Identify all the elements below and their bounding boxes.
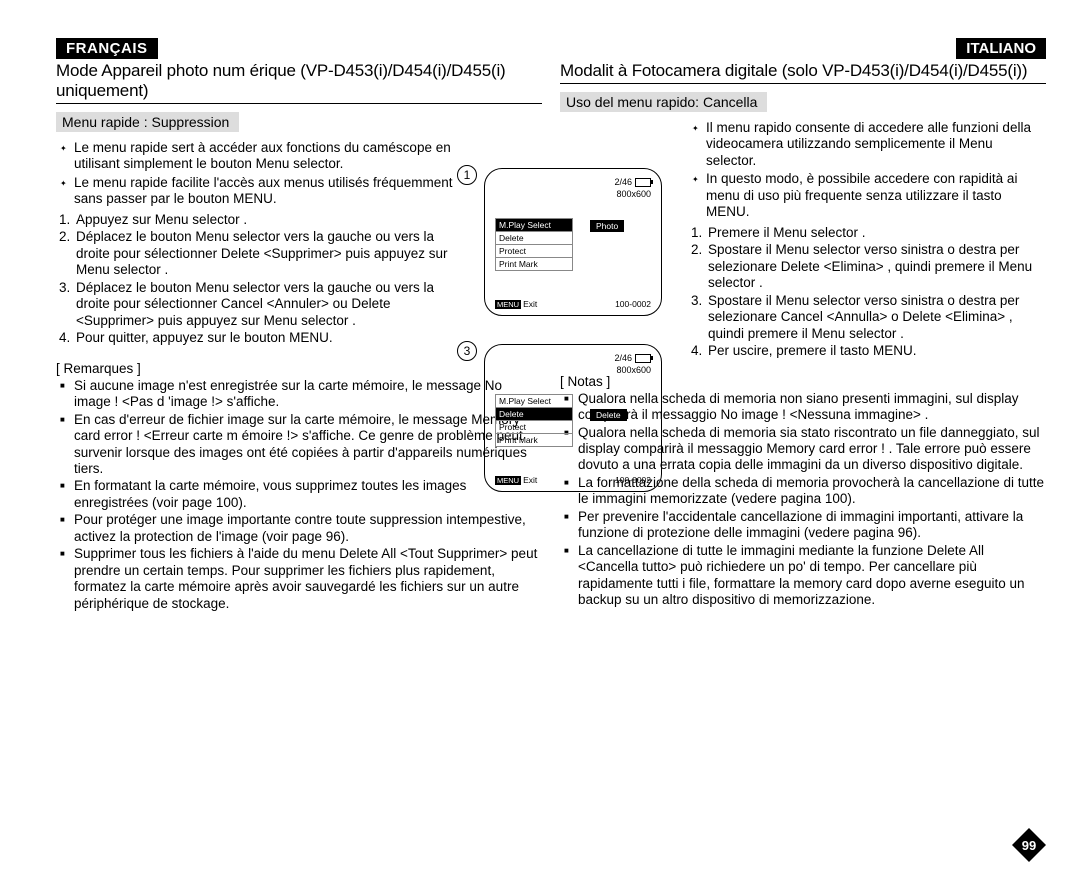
- note-1-fr: Si aucune image n'est enregistrée sur la…: [74, 378, 542, 411]
- image-counter: 2/46: [614, 353, 632, 363]
- subheading-it: Uso del menu rapido: Cancella: [560, 92, 767, 112]
- note-5-it: La cancellazione di tutte le immagini me…: [578, 543, 1046, 609]
- step-badge-3: 3: [457, 341, 477, 361]
- image-counter: 2/46: [614, 177, 632, 187]
- language-tag-fr: FRANÇAIS: [56, 38, 158, 59]
- menu-row-printmark: Print Mark: [496, 434, 572, 446]
- step-4-fr: Pour quitter, appuyez sur le bouton MENU…: [74, 330, 466, 346]
- menu-row-delete-selected: Delete Delete: [496, 408, 572, 421]
- page-number: 99: [1022, 838, 1036, 853]
- lcd-figure-3: 3 2/46 800x600 M.Play Select Delete Dele…: [484, 344, 662, 492]
- file-number: 100-0002: [615, 299, 651, 309]
- page-title-it: Modalit à Fotocamera digitale (solo VP-D…: [560, 61, 1046, 84]
- intro-para-1-it: Il menu rapido consente di accedere alle…: [706, 120, 1046, 169]
- battery-icon: [635, 354, 651, 363]
- step-2-fr: Déplacez le bouton Menu selector vers la…: [74, 229, 466, 278]
- step-3-it: Spostare il Menu selector verso sinistra…: [706, 293, 1046, 342]
- menu-row-mplay-select: M.Play Select Photo: [496, 219, 572, 232]
- note-2-fr: En cas d'erreur de fichier image sur la …: [74, 412, 542, 478]
- battery-icon: [635, 178, 651, 187]
- menu-row-mplay-select: M.Play Select: [496, 395, 572, 408]
- lcd-illustrations: 1 2/46 800x600 M.Play Select Photo Delet…: [484, 168, 674, 520]
- exit-label: Exit: [523, 299, 537, 309]
- menu-row-protect: Protect: [496, 421, 572, 434]
- menu-button-label: MENU: [495, 476, 521, 485]
- resolution-label: 800x600: [616, 365, 651, 375]
- step-1-fr: Appuyez sur Menu selector .: [74, 212, 466, 228]
- step-1-it: Premere il Menu selector .: [706, 225, 1046, 241]
- page-number-badge: 99: [1012, 828, 1046, 862]
- notes-heading-fr: [ Remarques ]: [56, 361, 542, 376]
- menu-row-protect: Protect: [496, 245, 572, 258]
- note-5-fr: Supprimer tous les fichiers à l'aide du …: [74, 546, 542, 612]
- exit-label: Exit: [523, 475, 537, 485]
- subheading-fr: Menu rapide : Suppression: [56, 112, 239, 132]
- intro-para-1-fr: Le menu rapide sert à accéder aux foncti…: [74, 140, 466, 173]
- step-2-it: Spostare il Menu selector verso sinistra…: [706, 242, 1046, 291]
- note-3-fr: En formatant la carte mémoire, vous supp…: [74, 478, 542, 511]
- menu-value-photo: Photo: [590, 220, 624, 232]
- menu-row-delete: Delete: [496, 232, 572, 245]
- intro-para-2-it: In questo modo, è possibile accedere con…: [706, 171, 1046, 220]
- step-3-fr: Déplacez le bouton Menu selector vers la…: [74, 280, 466, 329]
- step-4-it: Per uscire, premere il tasto MENU.: [706, 343, 1046, 359]
- menu-row-printmark: Print Mark: [496, 258, 572, 270]
- page-title-fr: Mode Appareil photo num érique (VP-D453(…: [56, 61, 542, 104]
- note-4-fr: Pour protéger une image importante contr…: [74, 512, 542, 545]
- intro-para-2-fr: Le menu rapide facilite l'accès aux menu…: [74, 175, 466, 208]
- menu-value-delete: Delete: [590, 409, 627, 421]
- language-tag-it: ITALIANO: [956, 38, 1046, 59]
- step-badge-1: 1: [457, 165, 477, 185]
- lcd-figure-1: 1 2/46 800x600 M.Play Select Photo Delet…: [484, 168, 662, 316]
- resolution-label: 800x600: [616, 189, 651, 199]
- menu-button-label: MENU: [495, 300, 521, 309]
- file-number: 100-0002: [615, 475, 651, 485]
